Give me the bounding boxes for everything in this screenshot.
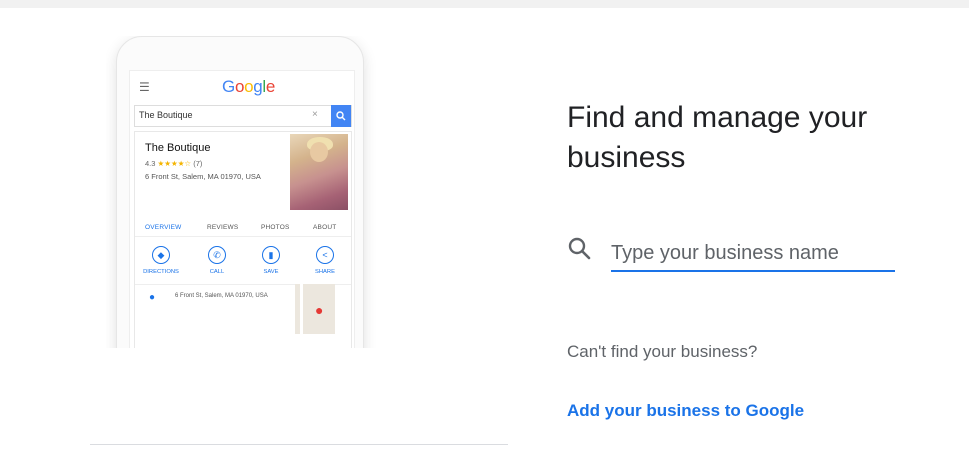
business-card: The Boutique 4.3 ★★★★☆ (7) 6 Front St, S… bbox=[134, 131, 352, 348]
top-bar bbox=[0, 0, 969, 8]
map-thumbnail: ● bbox=[295, 284, 335, 334]
page-title: Find and manage your business bbox=[567, 101, 868, 174]
share-action: < SHARE bbox=[305, 246, 345, 275]
menu-icon: ☰ bbox=[139, 80, 150, 94]
share-icon: < bbox=[316, 246, 334, 264]
tab-overview: OVERVIEW bbox=[145, 224, 182, 231]
review-count: (7) bbox=[193, 159, 203, 168]
business-name-input[interactable] bbox=[611, 238, 895, 272]
business-rating: 4.3 ★★★★☆ (7) bbox=[145, 159, 202, 168]
save-action: ▮ SAVE bbox=[251, 246, 291, 275]
info-address: 6 Front St, Salem, MA 01970, USA bbox=[175, 293, 268, 299]
call-action: ✆ CALL bbox=[197, 246, 237, 275]
business-tabs: OVERVIEW REVIEWS PHOTOS ABOUT bbox=[135, 220, 351, 237]
divider bbox=[90, 444, 508, 445]
phone-screen: ☰ Google The Boutique × The Boutique 4.3… bbox=[129, 70, 355, 348]
business-actions: ◆ DIRECTIONS ✆ CALL ▮ SAVE < SHARE bbox=[135, 244, 351, 285]
cant-find-text: Can't find your business? bbox=[567, 342, 758, 361]
google-logo: Google bbox=[222, 77, 276, 96]
add-business-link[interactable]: Add your business to Google bbox=[567, 401, 804, 421]
directions-action: ◆ DIRECTIONS bbox=[141, 246, 181, 275]
directions-label: DIRECTIONS bbox=[143, 269, 179, 275]
business-name: The Boutique bbox=[145, 142, 211, 154]
business-info: ● 6 Front St, Salem, MA 01970, USA ● bbox=[135, 284, 351, 348]
call-label: CALL bbox=[209, 269, 225, 275]
tab-photos: PHOTOS bbox=[261, 224, 290, 231]
map-pin-icon: ● bbox=[315, 302, 324, 318]
tab-reviews: REVIEWS bbox=[207, 224, 239, 231]
rating-stars: ★★★★☆ bbox=[157, 159, 192, 168]
directions-icon: ◆ bbox=[152, 246, 170, 264]
phone-search-query: The Boutique bbox=[139, 110, 193, 120]
share-label: SHARE bbox=[315, 269, 335, 275]
rating-value: 4.3 bbox=[145, 159, 156, 168]
phone-icon: ✆ bbox=[208, 246, 226, 264]
business-address: 6 Front St, Salem, MA 01970, USA bbox=[145, 172, 261, 181]
search-icon bbox=[331, 105, 351, 127]
bookmark-icon: ▮ bbox=[262, 246, 280, 264]
clear-icon: × bbox=[312, 109, 318, 120]
location-pin-icon: ● bbox=[149, 292, 156, 303]
business-photo bbox=[290, 134, 348, 210]
business-search bbox=[567, 230, 907, 272]
tab-about: ABOUT bbox=[313, 224, 337, 231]
phone-illustration: ☰ Google The Boutique × The Boutique 4.3… bbox=[106, 36, 376, 348]
google-bar: ☰ Google bbox=[130, 71, 354, 103]
save-label: SAVE bbox=[263, 269, 279, 275]
phone-search-box: The Boutique × bbox=[134, 105, 352, 127]
phone-frame: ☰ Google The Boutique × The Boutique 4.3… bbox=[116, 36, 364, 348]
search-icon bbox=[568, 237, 591, 260]
